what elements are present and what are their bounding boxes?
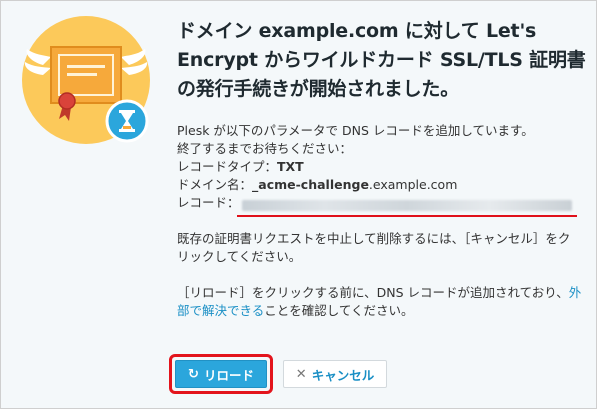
intro-line-2: 終了するまでお待ちください：	[177, 141, 353, 156]
dialog-buttons: ↻ リロード ✕ キャンセル	[169, 354, 387, 394]
reload-button[interactable]: ↻ リロード	[175, 360, 267, 388]
reload-instructions: ［リロード］をクリックする前に、DNS レコードが追加されており、外部で解決でき…	[177, 284, 582, 320]
cancel-button[interactable]: ✕ キャンセル	[283, 360, 387, 388]
domain-name-label: ドメイン名：	[177, 177, 253, 192]
close-icon: ✕	[295, 366, 307, 382]
red-underline-highlight	[237, 215, 577, 217]
reload-button-label: リロード	[203, 367, 254, 383]
certificate-illustration	[22, 16, 150, 144]
reload-instructions-text-1: ［リロード］をクリックする前に、DNS レコードが追加されており、	[177, 285, 569, 300]
dialog: ドメイン example.com に対して Let's Encrypt からワイ…	[0, 0, 597, 409]
domain-name-value-domain: .example.com	[368, 177, 458, 192]
domain-name-value-prefix: _acme-challenge	[252, 177, 369, 192]
redacted-record-value	[242, 200, 572, 211]
cancel-button-label: キャンセル	[311, 367, 375, 383]
seal	[58, 92, 76, 110]
dialog-content: ドメイン example.com に対して Let's Encrypt からワイ…	[177, 17, 587, 320]
refresh-icon: ↻	[188, 366, 199, 382]
cancel-instructions: 既存の証明書リクエストを中止して削除するには、［キャンセル］をクリックしてくださ…	[177, 231, 571, 264]
record-type-value: TXT	[277, 159, 304, 174]
record-row: レコード：	[177, 194, 587, 217]
record-type-row: レコードタイプ：TXT	[177, 158, 587, 176]
record-type-label: レコードタイプ：	[177, 159, 278, 174]
reload-instructions-text-2: ことを確認してください。	[264, 303, 414, 318]
record-details: Plesk が以下のパラメータで DNS レコードを追加しています。 終了するま…	[177, 122, 587, 217]
intro-line-1: Plesk が以下のパラメータで DNS レコードを追加しています。	[177, 123, 534, 138]
dialog-title: ドメイン example.com に対して Let's Encrypt からワイ…	[177, 20, 586, 100]
domain-name-row: ドメイン名：_acme-challenge.example.com	[177, 176, 587, 194]
record-label: レコード：	[177, 195, 240, 210]
reload-button-highlight: ↻ リロード	[169, 354, 273, 394]
